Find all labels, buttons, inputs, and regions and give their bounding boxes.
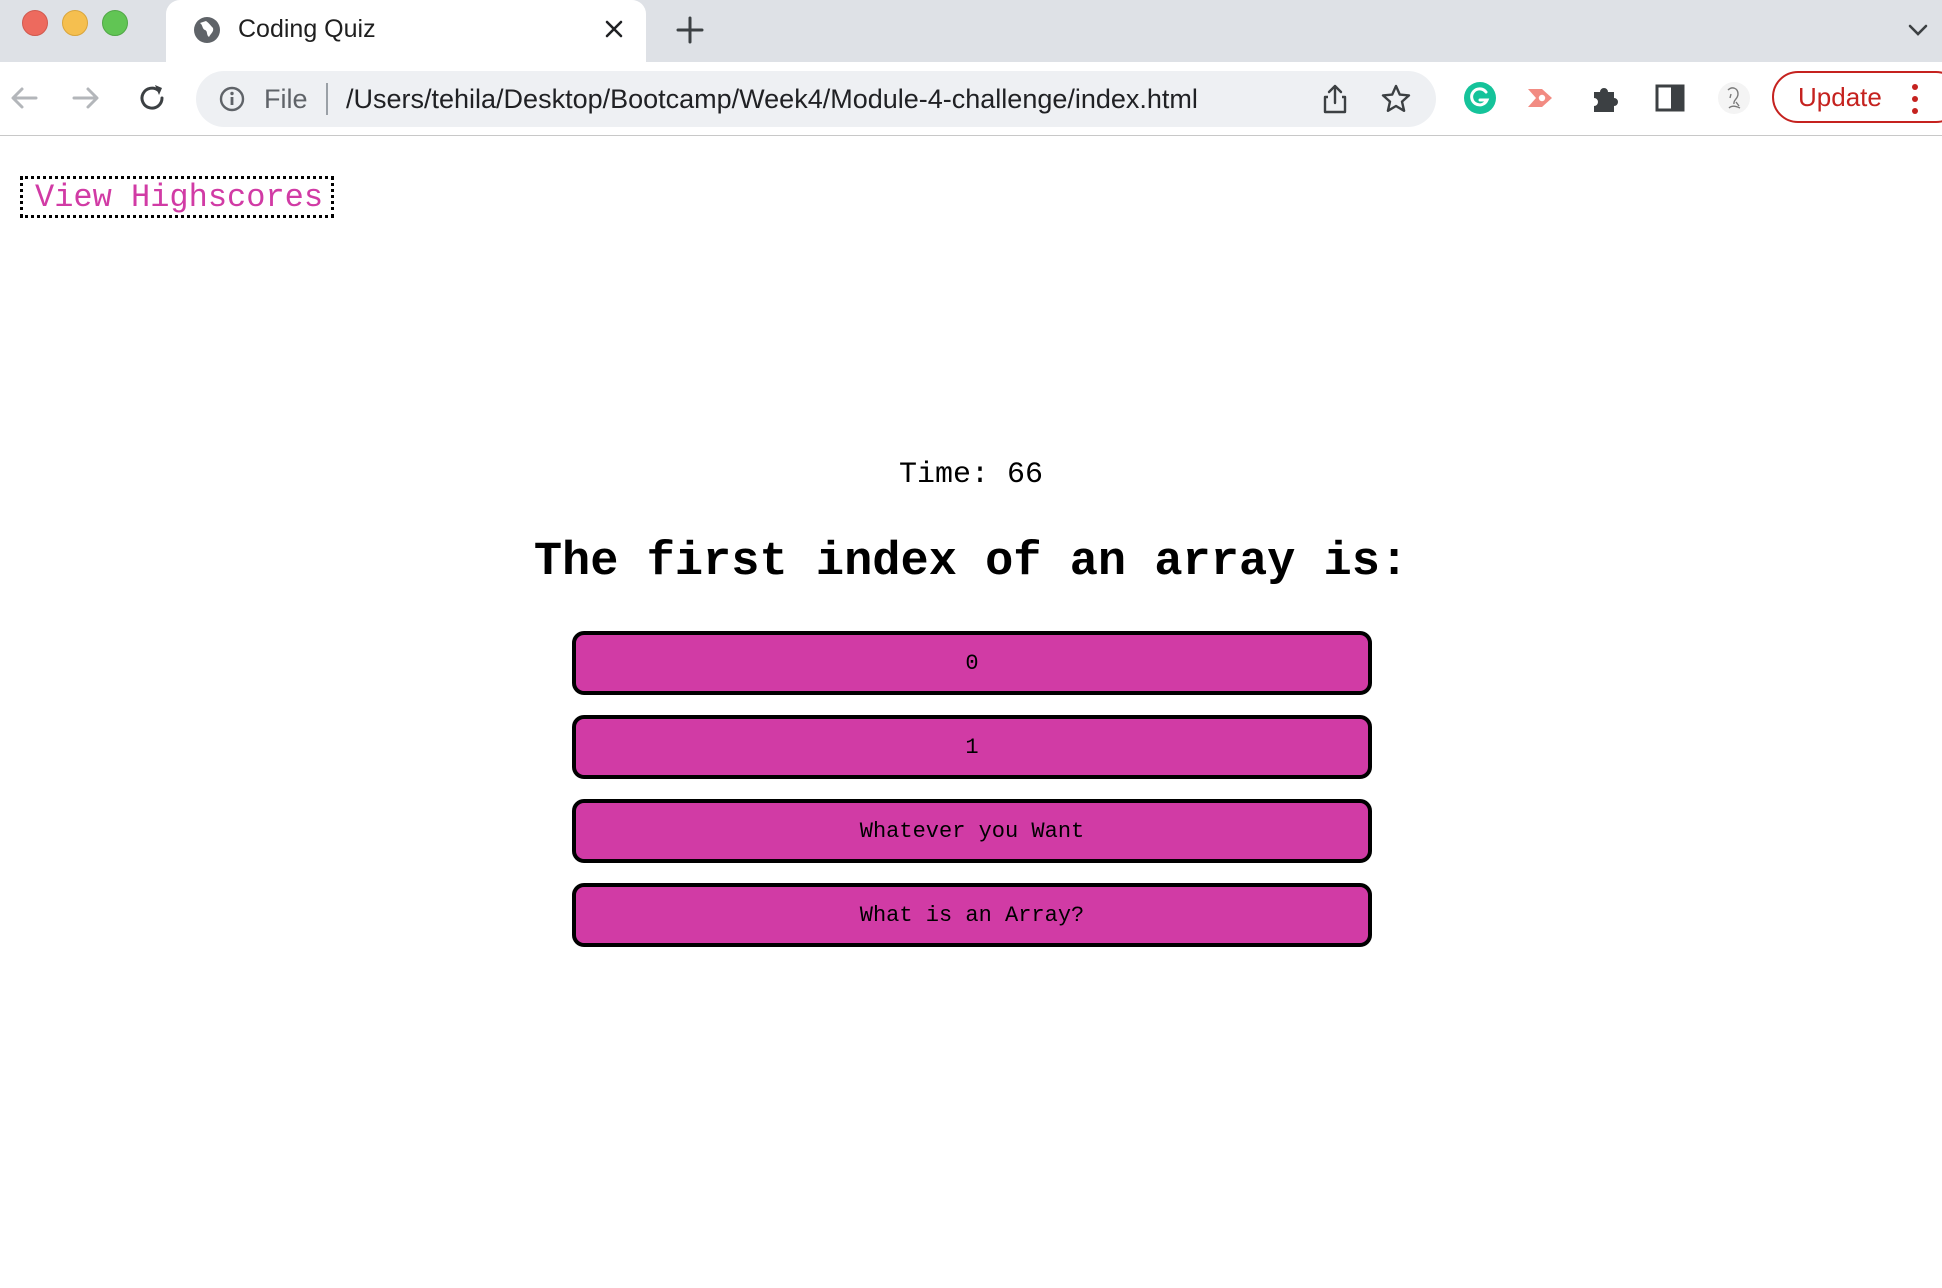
share-icon[interactable] xyxy=(1320,83,1350,115)
side-panel-icon[interactable] xyxy=(1652,80,1688,116)
forward-arrow-icon[interactable] xyxy=(68,80,104,116)
more-vert-icon[interactable] xyxy=(1908,82,1922,116)
page-viewport: View Highscores Time: 66 The first index… xyxy=(0,136,1942,1288)
browser-toolbar: File /Users/tehila/Desktop/Bootcamp/Week… xyxy=(0,62,1942,136)
site-scheme-label: File xyxy=(264,84,308,114)
answer-button[interactable]: 1 xyxy=(572,715,1372,779)
timer-value: 66 xyxy=(1007,458,1044,492)
url-text[interactable]: /Users/tehila/Desktop/Bootcamp/Week4/Mod… xyxy=(346,84,1198,115)
profile-avatar[interactable] xyxy=(1716,80,1752,116)
screencast-icon[interactable] xyxy=(1524,80,1560,116)
tab-title: Coding Quiz xyxy=(238,15,376,43)
puzzle-icon[interactable] xyxy=(1588,80,1624,116)
info-icon[interactable] xyxy=(218,85,246,113)
reload-icon[interactable] xyxy=(134,80,170,116)
star-icon[interactable] xyxy=(1380,83,1412,115)
answer-button[interactable]: Whatever you Want xyxy=(572,799,1372,863)
answer-button[interactable]: What is an Array? xyxy=(572,883,1372,947)
question-title: The first index of an array is: xyxy=(533,536,1409,589)
globe-icon xyxy=(194,17,220,43)
view-highscores-link[interactable]: View Highscores xyxy=(20,176,334,218)
address-bar[interactable]: File /Users/tehila/Desktop/Bootcamp/Week… xyxy=(196,71,1436,127)
answer-button[interactable]: 0 xyxy=(572,631,1372,695)
timer-label: Time: xyxy=(898,458,989,492)
back-arrow-icon[interactable] xyxy=(6,80,42,116)
grammarly-icon[interactable] xyxy=(1462,80,1498,116)
window-zoom-button[interactable] xyxy=(102,10,128,36)
address-divider xyxy=(326,83,328,115)
browser-tab-strip: Coding Quiz xyxy=(0,0,1942,62)
answer-list: 0 1 Whatever you Want What is an Array? xyxy=(572,631,1372,967)
window-minimize-button[interactable] xyxy=(62,10,88,36)
plus-icon[interactable] xyxy=(672,12,708,48)
chevron-down-icon[interactable] xyxy=(1904,16,1932,44)
close-icon[interactable] xyxy=(600,15,628,43)
window-close-button[interactable] xyxy=(22,10,48,36)
active-tab[interactable]: Coding Quiz xyxy=(166,0,646,62)
quiz-timer: Time: 66 xyxy=(0,458,1942,492)
